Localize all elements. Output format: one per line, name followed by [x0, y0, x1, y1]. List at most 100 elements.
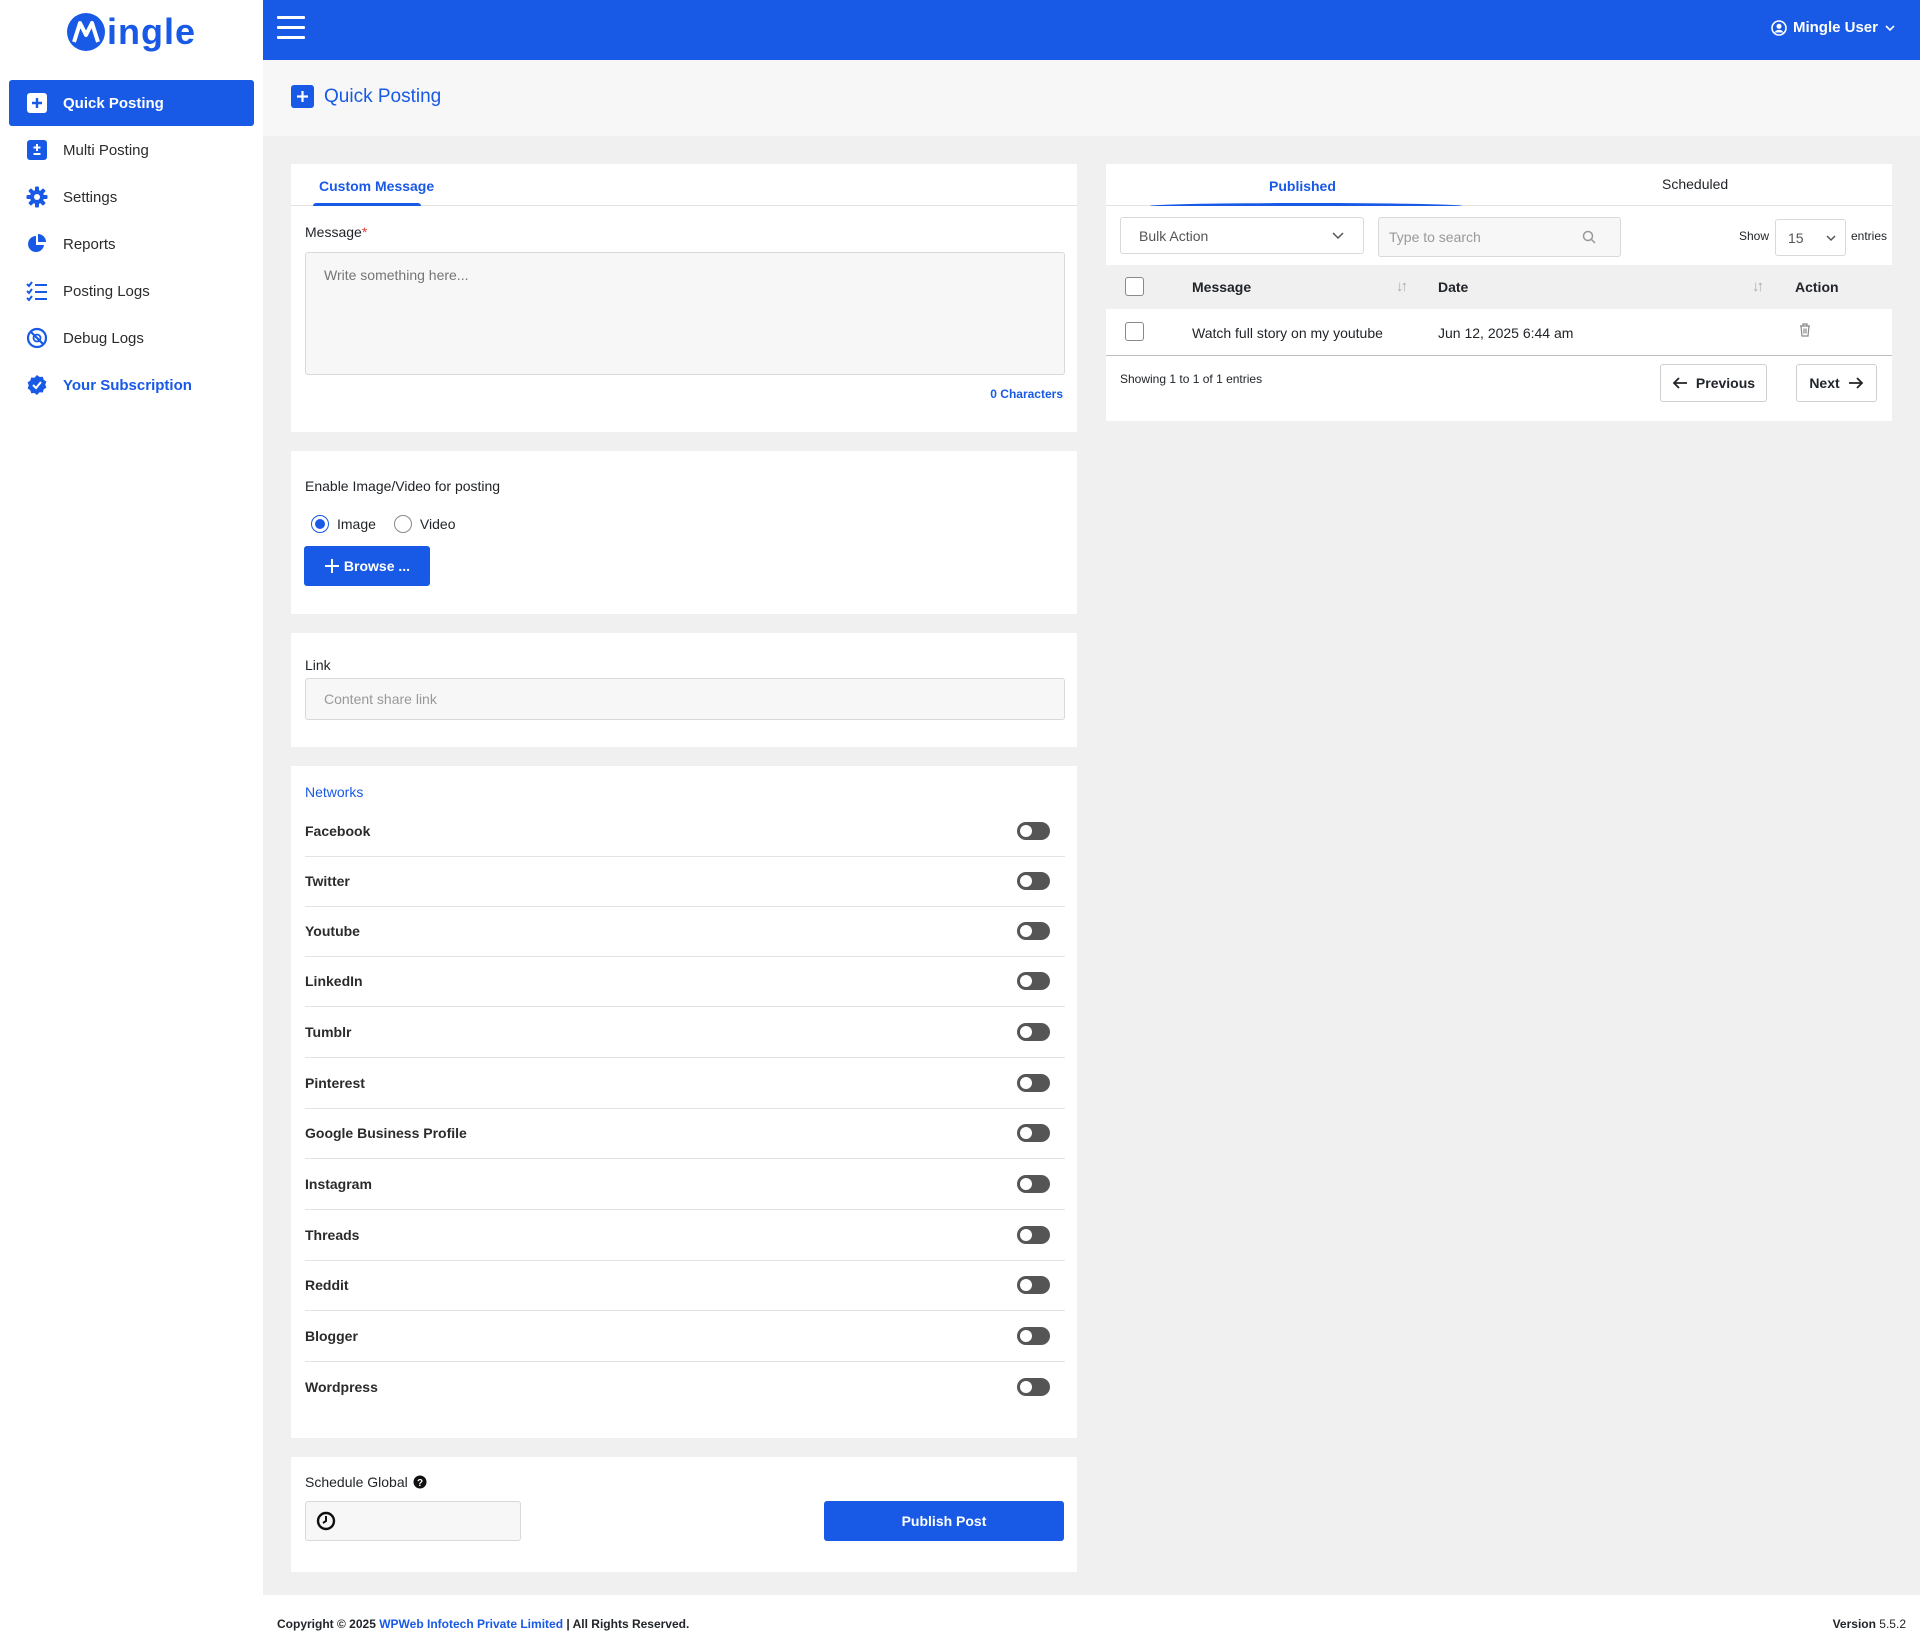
gear-icon: [26, 186, 48, 208]
tab-active-indicator: [1150, 203, 1462, 206]
column-message[interactable]: Message: [1192, 279, 1251, 295]
copyright-prefix: Copyright © 2025: [277, 1617, 376, 1631]
checklist-icon: [26, 280, 48, 302]
search-input[interactable]: Type to search: [1378, 217, 1621, 257]
schedule-label: Schedule Global ?: [305, 1474, 427, 1490]
sidebar-item-quick-posting[interactable]: Quick Posting: [9, 80, 254, 126]
link-label: Link: [305, 657, 331, 673]
tab-custom-message[interactable]: Custom Message: [319, 178, 434, 194]
network-label: Wordpress: [305, 1378, 378, 1395]
version-number: 5.5.2: [1879, 1617, 1906, 1631]
network-toggle[interactable]: [1017, 1023, 1050, 1041]
network-toggle[interactable]: [1017, 972, 1050, 990]
publish-post-button[interactable]: Publish Post: [824, 1501, 1064, 1541]
svg-text:?: ?: [417, 1478, 423, 1489]
networks-title: Networks: [305, 784, 364, 800]
search-placeholder: Type to search: [1389, 229, 1481, 245]
network-label: Google Business Profile: [305, 1125, 467, 1141]
help-circle-icon[interactable]: ?: [413, 1475, 427, 1489]
sidebar-item-subscription[interactable]: Your Subscription: [9, 362, 254, 408]
network-row: LinkedIn: [305, 956, 1065, 1007]
network-toggle[interactable]: [1017, 822, 1050, 840]
network-label: LinkedIn: [305, 973, 363, 989]
network-row: Youtube: [305, 906, 1065, 957]
sort-icon[interactable]: ↓↑: [1396, 278, 1408, 295]
network-label: Pinterest: [305, 1075, 365, 1091]
plus-square-icon: [291, 85, 314, 108]
message-textarea[interactable]: [305, 252, 1065, 375]
sidebar-item-label: Reports: [63, 235, 116, 253]
chevron-down-icon: [1332, 232, 1344, 240]
sidebar-item-settings[interactable]: Settings: [9, 174, 254, 220]
radio-image[interactable]: [311, 515, 329, 533]
message-card: Custom Message Message* 0 Characters: [291, 164, 1077, 432]
character-count: 0 Characters: [990, 387, 1063, 401]
network-toggle[interactable]: [1017, 1276, 1050, 1294]
tab-active-indicator: [313, 203, 421, 206]
network-toggle[interactable]: [1017, 1327, 1050, 1345]
message-label-text: Message: [305, 224, 362, 240]
network-toggle[interactable]: [1017, 1175, 1050, 1193]
entries-value: 15: [1788, 229, 1804, 246]
network-row: Google Business Profile: [305, 1108, 1065, 1159]
select-all-checkbox[interactable]: [1125, 277, 1144, 296]
arrow-right-icon: [1848, 377, 1863, 389]
network-row: Instagram: [305, 1159, 1065, 1210]
network-label: Tumblr: [305, 1024, 352, 1040]
network-row: Wordpress: [305, 1361, 1065, 1412]
entries-select[interactable]: 15: [1775, 219, 1846, 256]
network-toggle[interactable]: [1017, 1124, 1050, 1142]
tab-published[interactable]: Published: [1269, 178, 1336, 194]
next-button[interactable]: Next: [1796, 364, 1877, 402]
radio-video-label: Video: [419, 516, 456, 532]
plus-minus-icon: [26, 139, 48, 161]
previous-button[interactable]: Previous: [1660, 364, 1767, 402]
next-label: Next: [1809, 375, 1840, 391]
top-bar: Mingle User: [263, 0, 1920, 60]
hamburger-menu-icon[interactable]: [277, 16, 305, 40]
mingle-logo-icon: [66, 13, 105, 51]
network-label: Reddit: [305, 1277, 349, 1293]
sidebar-item-reports[interactable]: Reports: [9, 221, 254, 267]
brand-name: ingle: [106, 11, 196, 52]
schedule-card: Schedule Global ? Publish Post: [291, 1457, 1077, 1572]
sidebar-item-debug-logs[interactable]: Debug Logs: [9, 315, 254, 361]
network-toggle[interactable]: [1017, 1226, 1050, 1244]
network-row: Threads: [305, 1210, 1065, 1261]
company-link[interactable]: WPWeb Infotech Private Limited: [379, 1617, 563, 1631]
radio-video[interactable]: [393, 515, 412, 533]
search-icon: [1582, 230, 1596, 244]
verified-badge-icon: [26, 374, 48, 396]
network-toggle[interactable]: [1017, 1377, 1050, 1396]
network-toggle[interactable]: [1017, 922, 1050, 940]
column-date[interactable]: Date: [1438, 279, 1468, 295]
row-checkbox[interactable]: [1125, 322, 1144, 341]
network-toggle[interactable]: [1017, 872, 1050, 890]
link-input[interactable]: Content share link: [305, 678, 1065, 720]
trash-icon[interactable]: [1798, 322, 1812, 338]
network-label: Blogger: [305, 1328, 358, 1344]
network-label: Youtube: [305, 923, 360, 939]
network-toggle[interactable]: [1017, 1074, 1050, 1092]
schedule-datetime-input[interactable]: [305, 1501, 521, 1541]
sidebar-item-label: Debug Logs: [63, 329, 144, 347]
browse-button[interactable]: Browse ...: [304, 546, 430, 586]
network-label: Facebook: [305, 823, 371, 839]
plus-square-icon: [26, 92, 48, 114]
sort-icon[interactable]: ↓↑: [1752, 278, 1764, 295]
table-row: Watch full story on my youtube Jun 12, 2…: [1106, 309, 1892, 356]
brand-logo[interactable]: ingle: [0, 0, 263, 60]
copyright-suffix: | All Rights Reserved.: [566, 1617, 690, 1631]
sidebar-item-posting-logs[interactable]: Posting Logs: [9, 268, 254, 314]
network-label: Twitter: [305, 873, 350, 889]
posts-tabs: Published Scheduled: [1106, 164, 1892, 206]
tab-scheduled[interactable]: Scheduled: [1662, 176, 1728, 192]
copyright: Copyright © 2025 WPWeb Infotech Private …: [277, 1617, 689, 1631]
table-summary: Showing 1 to 1 of 1 entries: [1120, 372, 1263, 386]
sidebar-item-multi-posting[interactable]: Multi Posting: [9, 127, 254, 173]
bulk-action-value: Bulk Action: [1139, 227, 1209, 244]
user-menu[interactable]: Mingle User: [1771, 19, 1902, 36]
page-title: Quick Posting: [291, 85, 441, 108]
show-label: Show: [1739, 229, 1770, 243]
bulk-action-select[interactable]: Bulk Action: [1120, 217, 1364, 254]
